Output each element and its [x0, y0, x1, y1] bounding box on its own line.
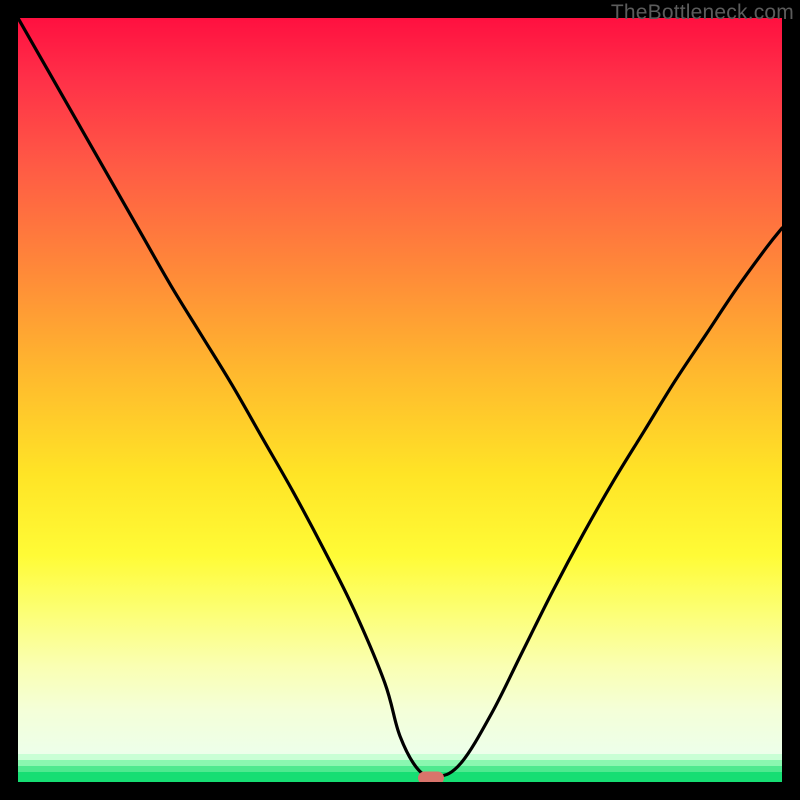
plot-area — [18, 18, 782, 782]
chart-frame: TheBottleneck.com — [0, 0, 800, 800]
bottleneck-curve — [18, 18, 782, 782]
watermark-text: TheBottleneck.com — [611, 1, 794, 25]
curve-path — [18, 18, 782, 777]
optimal-marker — [418, 772, 444, 782]
